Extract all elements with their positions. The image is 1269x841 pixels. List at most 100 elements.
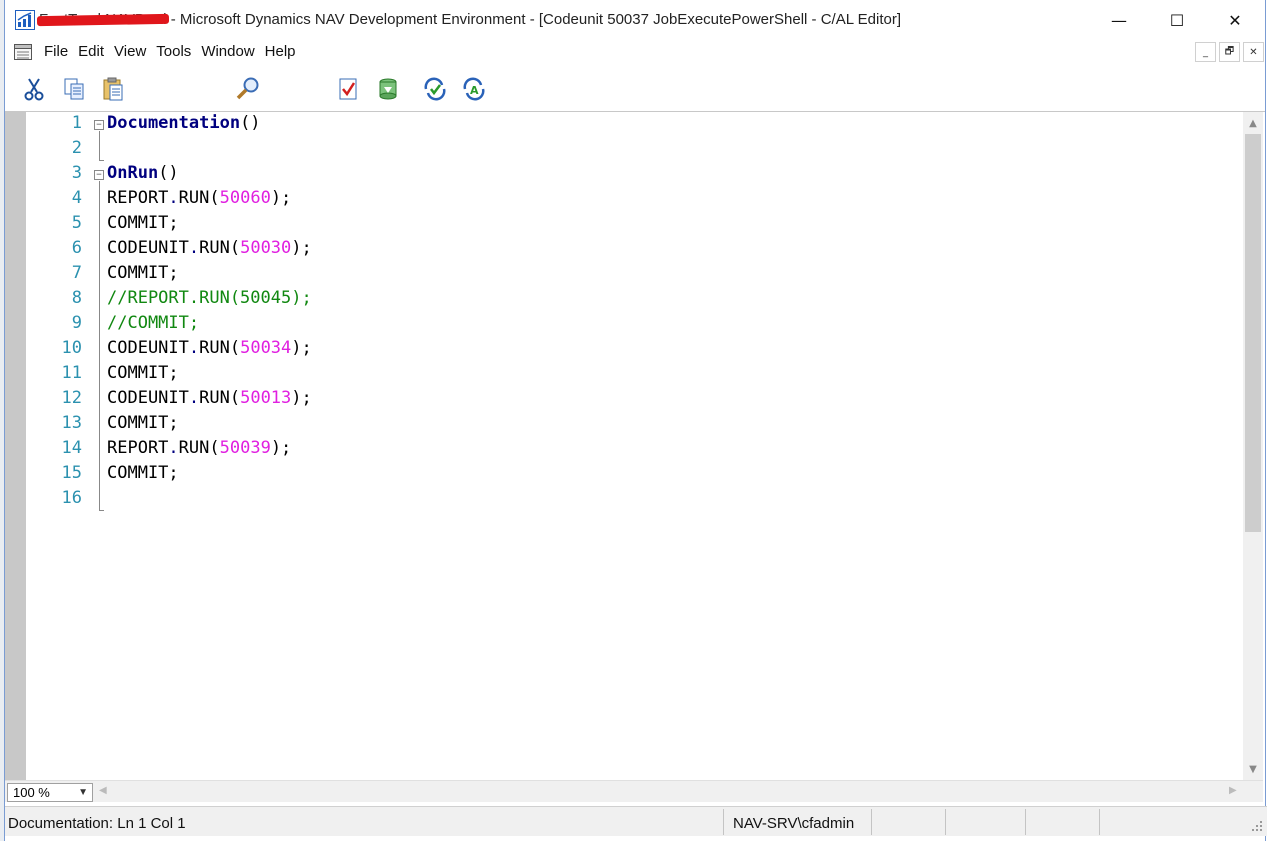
find-button[interactable] [235,76,261,102]
code-line[interactable]: COMMIT; [107,263,179,283]
code-token: 50030 [240,238,292,258]
code-token: RUN( [199,238,241,258]
compile-icon [339,78,357,100]
svg-text:A: A [470,84,479,97]
system-menu-icon[interactable] [14,44,32,60]
line-number: 15 [61,463,82,483]
code-token: ); [291,388,312,408]
nav-app-icon [15,10,35,30]
fold-guide [99,131,100,161]
menu-view[interactable]: View [109,43,151,60]
run-button[interactable] [422,76,448,102]
mdi-restore-button[interactable]: 🗗 [1219,42,1240,62]
code-line[interactable]: CODEUNIT.RUN(50030); [107,238,312,258]
status-divider [723,809,724,835]
code-token: . [188,338,200,358]
scroll-right-icon[interactable]: ▶ [1229,785,1237,796]
scrollbar-thumb[interactable] [1245,134,1261,532]
code-token: Documentation [107,113,241,133]
code-token: OnRun [107,163,159,183]
code-token: CODEUNIT [107,388,189,408]
code-line[interactable]: COMMIT; [107,213,179,233]
vertical-scrollbar[interactable]: ▲ ▼ [1243,112,1263,780]
scroll-up-icon[interactable]: ▲ [1243,113,1263,133]
paste-icon [103,77,123,101]
resize-grip-icon[interactable] [1251,820,1263,832]
cut-icon [24,78,44,101]
debug-button[interactable]: A [461,76,487,102]
fold-toggle-onrun[interactable]: − [94,170,104,180]
code-line[interactable]: OnRun() [107,163,179,183]
line-number: 1 [71,113,82,133]
scroll-down-icon[interactable]: ▼ [1243,759,1263,779]
code-line[interactable]: CODEUNIT.RUN(50013); [107,388,312,408]
mdi-close-button[interactable]: ✕ [1243,42,1264,62]
code-line[interactable]: COMMIT; [107,413,179,433]
code-token: RUN( [199,388,241,408]
mdi-minimize-icon: _ [1203,46,1208,58]
code-token: () [158,163,179,183]
code-line[interactable]: REPORT.RUN(50060); [107,188,291,208]
line-number: 12 [61,388,82,408]
line-number: 11 [61,363,82,383]
code-line[interactable]: COMMIT; [107,463,179,483]
code-token: RUN( [199,338,241,358]
scroll-left-icon[interactable]: ◀ [99,785,107,796]
mdi-close-icon: ✕ [1249,46,1258,58]
horizontal-scrollbar[interactable]: 100 % ▼ ◀ ▶ [5,780,1263,802]
window-title-redacted-db: FastTrackNAVProd [39,11,167,28]
editor-selection-margin[interactable] [5,112,26,780]
cut-button[interactable] [21,76,47,102]
code-line[interactable]: COMMIT; [107,363,179,383]
paste-button[interactable] [100,76,126,102]
line-number: 14 [61,438,82,458]
code-line[interactable]: REPORT.RUN(50039); [107,438,291,458]
copy-button[interactable] [61,76,87,102]
line-number: 3 [71,163,82,183]
line-number: 8 [71,288,82,308]
code-editor[interactable]: − − Documentation() OnRun() REPORT.RUN(500… [5,112,1263,780]
menu-file[interactable]: File [39,43,73,60]
maximize-icon: ☐ [1169,10,1185,30]
code-line[interactable]: CODEUNIT.RUN(50034); [107,338,312,358]
compile-button[interactable] [335,76,361,102]
window-close-button[interactable]: ✕ [1206,0,1264,40]
menu-help[interactable]: Help [260,43,301,60]
fold-guide-end [99,160,104,161]
code-token: ); [270,438,292,458]
fold-toggle-documentation[interactable]: − [94,120,104,130]
toolbar: A [5,64,1265,112]
line-number: 10 [61,338,82,358]
code-line[interactable]: //REPORT.RUN(50045); [107,288,312,308]
code-token: CODEUNIT [107,338,189,358]
line-number: 7 [71,263,82,283]
menu-edit[interactable]: Edit [73,43,109,60]
line-number: 9 [71,313,82,333]
code-line[interactable]: Documentation() [107,113,261,133]
code-token: ); [270,188,292,208]
window-maximize-button[interactable]: ☐ [1148,0,1206,40]
run-icon [424,77,446,101]
window-title-text: - Microsoft Dynamics NAV Development Env… [166,11,902,28]
code-token: 50034 [240,338,292,358]
code-token: . [168,188,179,208]
save-button[interactable] [375,76,401,102]
code-token: //COMMIT; [107,313,200,333]
copy-icon [64,78,84,100]
fold-guide [99,181,100,511]
menu-items: File Edit View Tools Window Help [39,43,301,60]
code-line[interactable]: //COMMIT; [107,313,199,333]
code-token: COMMIT; [107,413,179,433]
status-divider [1025,809,1026,835]
line-number: 5 [71,213,82,233]
code-token: //REPORT.RUN(50045); [107,288,312,308]
title-bar[interactable]: FastTrackNAVProd - Microsoft Dynamics NA… [5,0,1265,40]
status-user: NAV-SRV\cfadmin [733,815,855,832]
status-divider [1099,809,1100,835]
mdi-minimize-button[interactable]: _ [1195,42,1216,62]
menu-tools[interactable]: Tools [151,43,196,60]
zoom-dropdown[interactable]: 100 % ▼ [7,783,93,802]
code-token: ); [291,238,312,258]
window-minimize-button[interactable]: — [1090,0,1148,40]
menu-window[interactable]: Window [196,43,259,60]
